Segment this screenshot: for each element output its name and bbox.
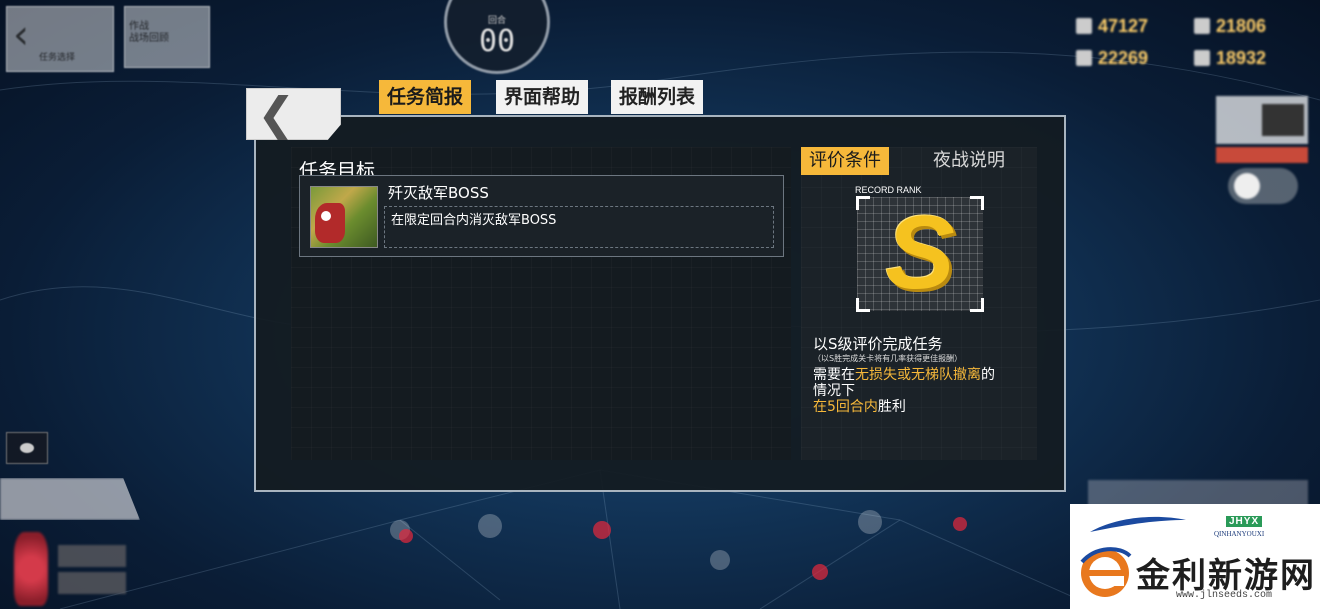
objective-name: 歼灭敌军BOSS xyxy=(388,184,489,202)
chevron-left-icon: ❮ xyxy=(257,87,296,141)
return-button-label: 任务选择 xyxy=(39,53,76,63)
site-watermark: JHYX QINHANYOUXI 金利新游网 www.jlnseeds.com xyxy=(1070,504,1320,609)
resource-rations: 22269 xyxy=(1076,48,1148,69)
support-counter xyxy=(1262,104,1304,136)
back-arrow-icon: ‹ xyxy=(13,12,29,58)
resource-ammo: 21806 xyxy=(1194,16,1266,37)
condition-line-1: 需要在无损失或无梯队撤离的 xyxy=(813,367,995,383)
rank-letter: S xyxy=(885,195,955,311)
status-bar xyxy=(1088,480,1308,506)
condition-line-3: 在5回合内胜利 xyxy=(813,399,906,415)
watermark-url: www.jlnseeds.com xyxy=(1176,590,1273,601)
swoosh-logo-icon xyxy=(1090,516,1186,532)
condition-line-2: 情况下 xyxy=(813,383,855,399)
mission-dialog: 任务目标 歼灭敌军BOSS 在限定回合内消灭敌军BOSS 评价条件 夜战说明 R… xyxy=(254,115,1066,492)
watermark-en: QINHANYOUXI xyxy=(1214,530,1265,538)
watermark-badge: JHYX xyxy=(1226,516,1263,527)
turn-value: 00 xyxy=(478,24,516,59)
fairy-control-1[interactable] xyxy=(58,545,126,567)
ammo-icon xyxy=(1194,18,1210,34)
tab-reward-list[interactable]: 报酬列表 xyxy=(611,80,704,114)
manpower-icon xyxy=(1076,18,1092,34)
boss-portrait xyxy=(310,186,378,248)
resource-parts: 18932 xyxy=(1194,48,1266,69)
resource-panel: 47127 21806 22269 18932 xyxy=(1076,14,1306,78)
dialog-back-button[interactable]: ❮ xyxy=(246,88,341,140)
parts-icon xyxy=(1194,50,1210,66)
return-button[interactable]: ‹ 任务选择 xyxy=(6,6,114,72)
rating-pane: 评价条件 夜战说明 RECORD RANK S 以S级评价完成任务 （以S胜完成… xyxy=(801,147,1037,460)
plan-button-label: 作战 战场回顾 xyxy=(129,21,169,44)
fairy-icon[interactable] xyxy=(14,532,48,606)
resource-manpower: 47127 xyxy=(1076,16,1148,37)
auto-toggle[interactable] xyxy=(1228,168,1298,204)
objective-description: 在限定回合内消灭敌军BOSS xyxy=(384,206,774,248)
condition-note: （以S胜完成关卡将有几率获得更佳报酬） xyxy=(813,354,963,363)
fairy-control-2[interactable] xyxy=(58,572,126,594)
condition-title: 以S级评价完成任务 xyxy=(813,335,943,353)
plan-mode-button[interactable] xyxy=(0,478,140,520)
plan-button[interactable]: 作战 战场回顾 xyxy=(124,6,210,68)
support-widget[interactable] xyxy=(1216,96,1308,144)
alert-strip xyxy=(1216,147,1308,163)
tab-interface-help[interactable]: 界面帮助 xyxy=(496,80,589,114)
tab-mission-briefing[interactable]: 任务简报 xyxy=(379,80,472,114)
objective-card: 歼灭敌军BOSS 在限定回合内消灭敌军BOSS xyxy=(299,175,784,257)
eye-icon[interactable] xyxy=(6,432,48,464)
rations-icon xyxy=(1076,50,1092,66)
tab-night-battle[interactable]: 夜战说明 xyxy=(925,147,1013,175)
tab-rating-conditions[interactable]: 评价条件 xyxy=(801,147,889,175)
rank-badge: S xyxy=(856,195,984,312)
rank-caption: RECORD RANK xyxy=(855,185,922,195)
e-logo-icon xyxy=(1080,547,1132,597)
